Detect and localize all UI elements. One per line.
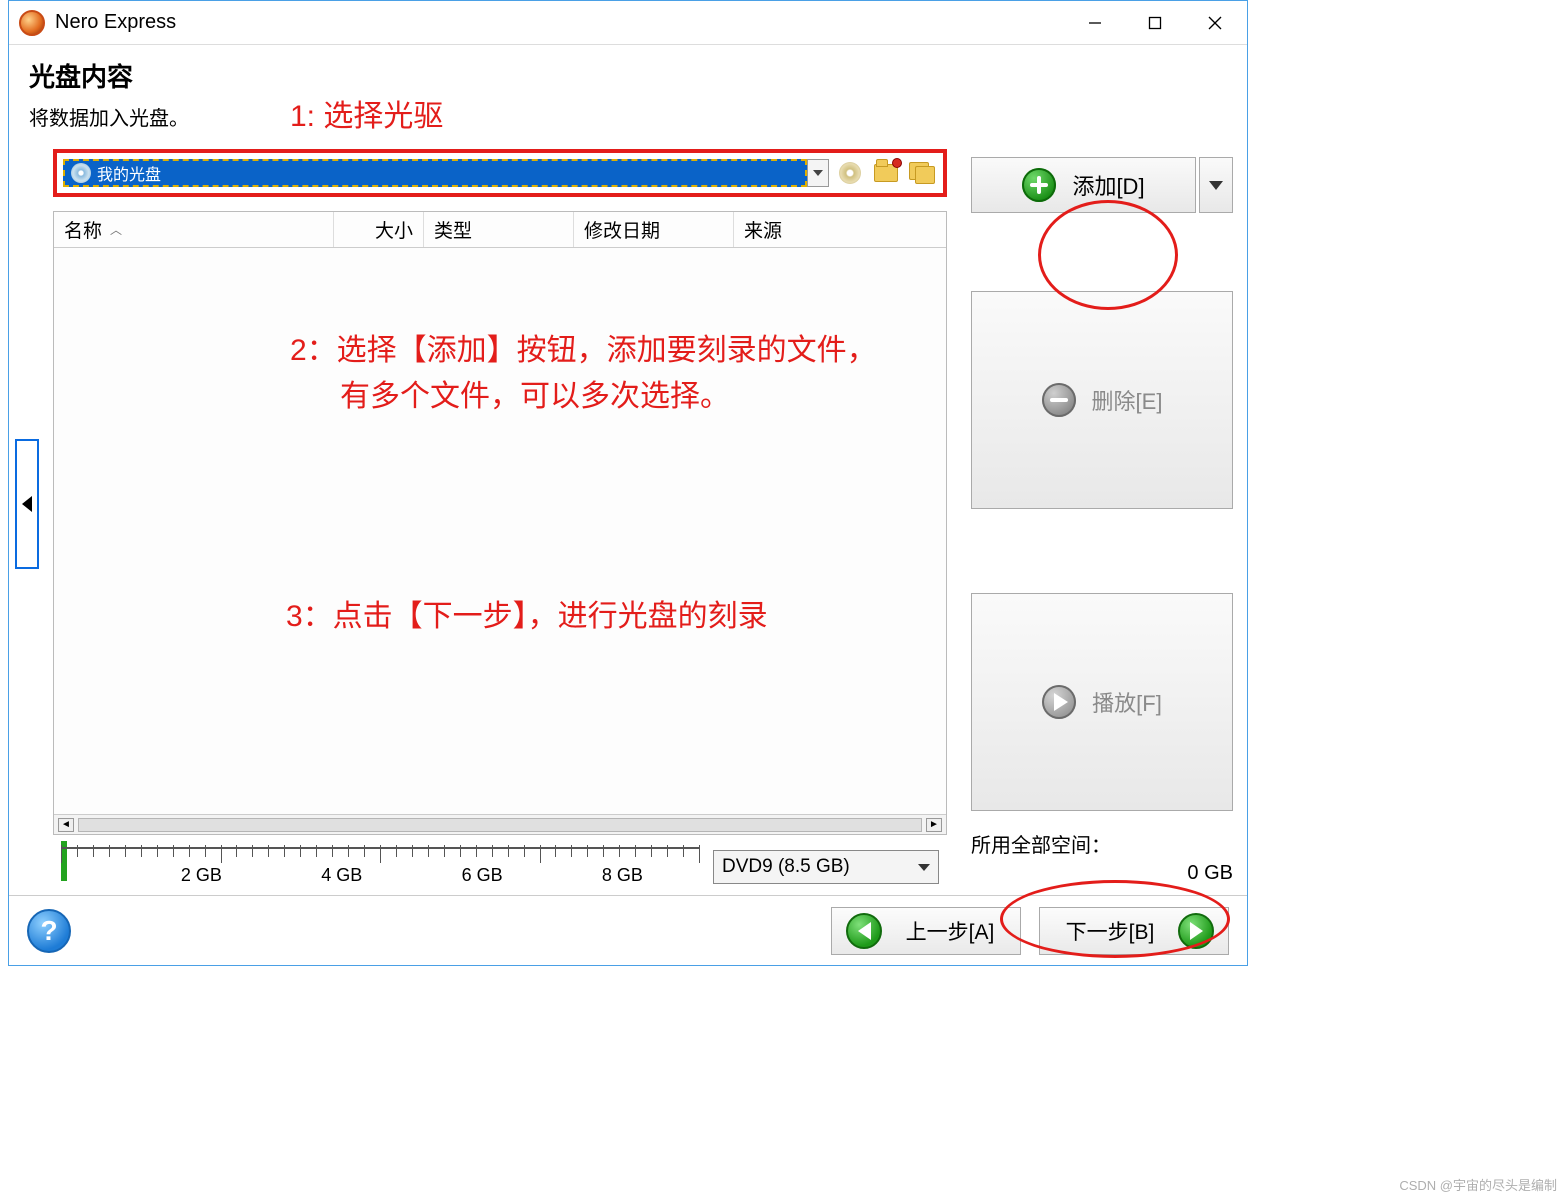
sort-asc-icon: ︿ bbox=[110, 221, 122, 238]
window-title: Nero Express bbox=[55, 11, 1065, 34]
space-used-value: 0 GB bbox=[971, 862, 1233, 885]
disc-info-button[interactable] bbox=[835, 159, 865, 187]
new-folder-button[interactable] bbox=[871, 159, 901, 187]
app-window: Nero Express 光盘内容 将数据加入光盘。 我的光盘 bbox=[8, 0, 1248, 966]
maximize-button[interactable] bbox=[1125, 3, 1185, 43]
col-name[interactable]: 名称 ︿ bbox=[54, 212, 334, 247]
back-button[interactable]: 上一步[A] bbox=[831, 907, 1021, 955]
capacity-select[interactable]: DVD9 (8.5 GB) bbox=[713, 850, 939, 884]
disc-icon bbox=[71, 163, 91, 183]
add-button-label: 添加[D] bbox=[1072, 169, 1144, 201]
add-button[interactable]: 添加[D] bbox=[971, 157, 1196, 213]
capacity-selected-label: DVD9 (8.5 GB) bbox=[722, 856, 850, 878]
delete-button[interactable]: 删除[E] bbox=[971, 291, 1233, 509]
minus-icon bbox=[1042, 383, 1076, 417]
col-size[interactable]: 大小 bbox=[334, 212, 424, 247]
add-dropdown-button[interactable] bbox=[1199, 157, 1233, 213]
table-body[interactable] bbox=[54, 248, 946, 814]
main-column: 我的光盘 名称 ︿ 大小 类型 修改日期 来源 ◄ bbox=[9, 139, 957, 895]
titlebar: Nero Express bbox=[9, 1, 1247, 45]
page-header: 光盘内容 将数据加入光盘。 bbox=[9, 45, 1247, 139]
add-row: 添加[D] bbox=[971, 157, 1233, 213]
next-button[interactable]: 下一步[B] bbox=[1039, 907, 1229, 955]
play-button-label: 播放[F] bbox=[1092, 686, 1162, 718]
window-controls bbox=[1065, 3, 1245, 43]
drive-select: 我的光盘 bbox=[63, 159, 829, 187]
scroll-track[interactable] bbox=[78, 818, 922, 832]
plus-icon bbox=[1022, 168, 1056, 202]
help-button[interactable]: ? bbox=[27, 909, 71, 953]
next-button-label: 下一步[B] bbox=[1054, 916, 1166, 946]
close-button[interactable] bbox=[1185, 3, 1245, 43]
multi-folder-button[interactable] bbox=[907, 159, 937, 187]
space-label: 所用全部空间： bbox=[971, 829, 1233, 858]
folders-icon bbox=[909, 162, 935, 184]
scroll-right-arrow[interactable]: ► bbox=[926, 818, 942, 832]
folder-new-icon bbox=[874, 164, 898, 182]
drive-selector-box: 我的光盘 bbox=[53, 149, 947, 197]
file-table: 名称 ︿ 大小 类型 修改日期 来源 ◄ ► bbox=[53, 211, 947, 835]
col-type-label: 类型 bbox=[434, 216, 472, 243]
panel-collapse-handle[interactable] bbox=[15, 439, 39, 569]
footer-bar: ? 上一步[A] 下一步[B] bbox=[9, 895, 1247, 965]
drive-field[interactable]: 我的光盘 bbox=[63, 159, 807, 187]
horizontal-scrollbar[interactable]: ◄ ► bbox=[54, 814, 946, 834]
back-button-label: 上一步[A] bbox=[894, 916, 1006, 946]
play-button[interactable]: 播放[F] bbox=[971, 593, 1233, 811]
col-type[interactable]: 类型 bbox=[424, 212, 574, 247]
watermark: CSDN @宇宙的尽头是编制 bbox=[1399, 1175, 1557, 1194]
ruler-label-1: 2 GB bbox=[181, 865, 222, 886]
page-subtitle: 将数据加入光盘。 bbox=[29, 102, 1227, 131]
ruler-label-3: 6 GB bbox=[462, 865, 503, 886]
col-name-label: 名称 bbox=[64, 216, 102, 243]
space-info: 所用全部空间： 0 GB bbox=[971, 829, 1233, 895]
col-date-label: 修改日期 bbox=[584, 216, 660, 243]
table-header: 名称 ︿ 大小 类型 修改日期 来源 bbox=[54, 212, 946, 248]
content-area: 我的光盘 名称 ︿ 大小 类型 修改日期 来源 ◄ bbox=[9, 139, 1247, 895]
drive-dropdown-button[interactable] bbox=[807, 159, 829, 187]
col-source-label: 来源 bbox=[744, 216, 782, 243]
capacity-ruler: 2 GB 4 GB 6 GB 8 GB bbox=[61, 841, 699, 893]
col-size-label: 大小 bbox=[375, 216, 413, 243]
ruler-label-4: 8 GB bbox=[602, 865, 643, 886]
disc-small-icon bbox=[839, 162, 861, 184]
minimize-button[interactable] bbox=[1065, 3, 1125, 43]
col-date[interactable]: 修改日期 bbox=[574, 212, 734, 247]
page-title: 光盘内容 bbox=[29, 57, 1227, 94]
right-column: 添加[D] 删除[E] 播放[F] 所用全部空间： 0 GB bbox=[957, 139, 1247, 895]
ruler-ticks bbox=[61, 841, 699, 861]
drive-label: 我的光盘 bbox=[97, 161, 161, 185]
scroll-left-arrow[interactable]: ◄ bbox=[58, 818, 74, 832]
app-icon bbox=[19, 10, 45, 36]
delete-button-label: 删除[E] bbox=[1092, 384, 1163, 416]
arrow-left-icon bbox=[846, 913, 882, 949]
col-source[interactable]: 来源 bbox=[734, 212, 946, 247]
chevron-down-icon bbox=[918, 864, 930, 871]
capacity-row: 2 GB 4 GB 6 GB 8 GB DVD9 (8.5 GB) bbox=[53, 835, 947, 895]
play-icon bbox=[1042, 685, 1076, 719]
arrow-right-icon bbox=[1178, 913, 1214, 949]
ruler-label-2: 4 GB bbox=[321, 865, 362, 886]
